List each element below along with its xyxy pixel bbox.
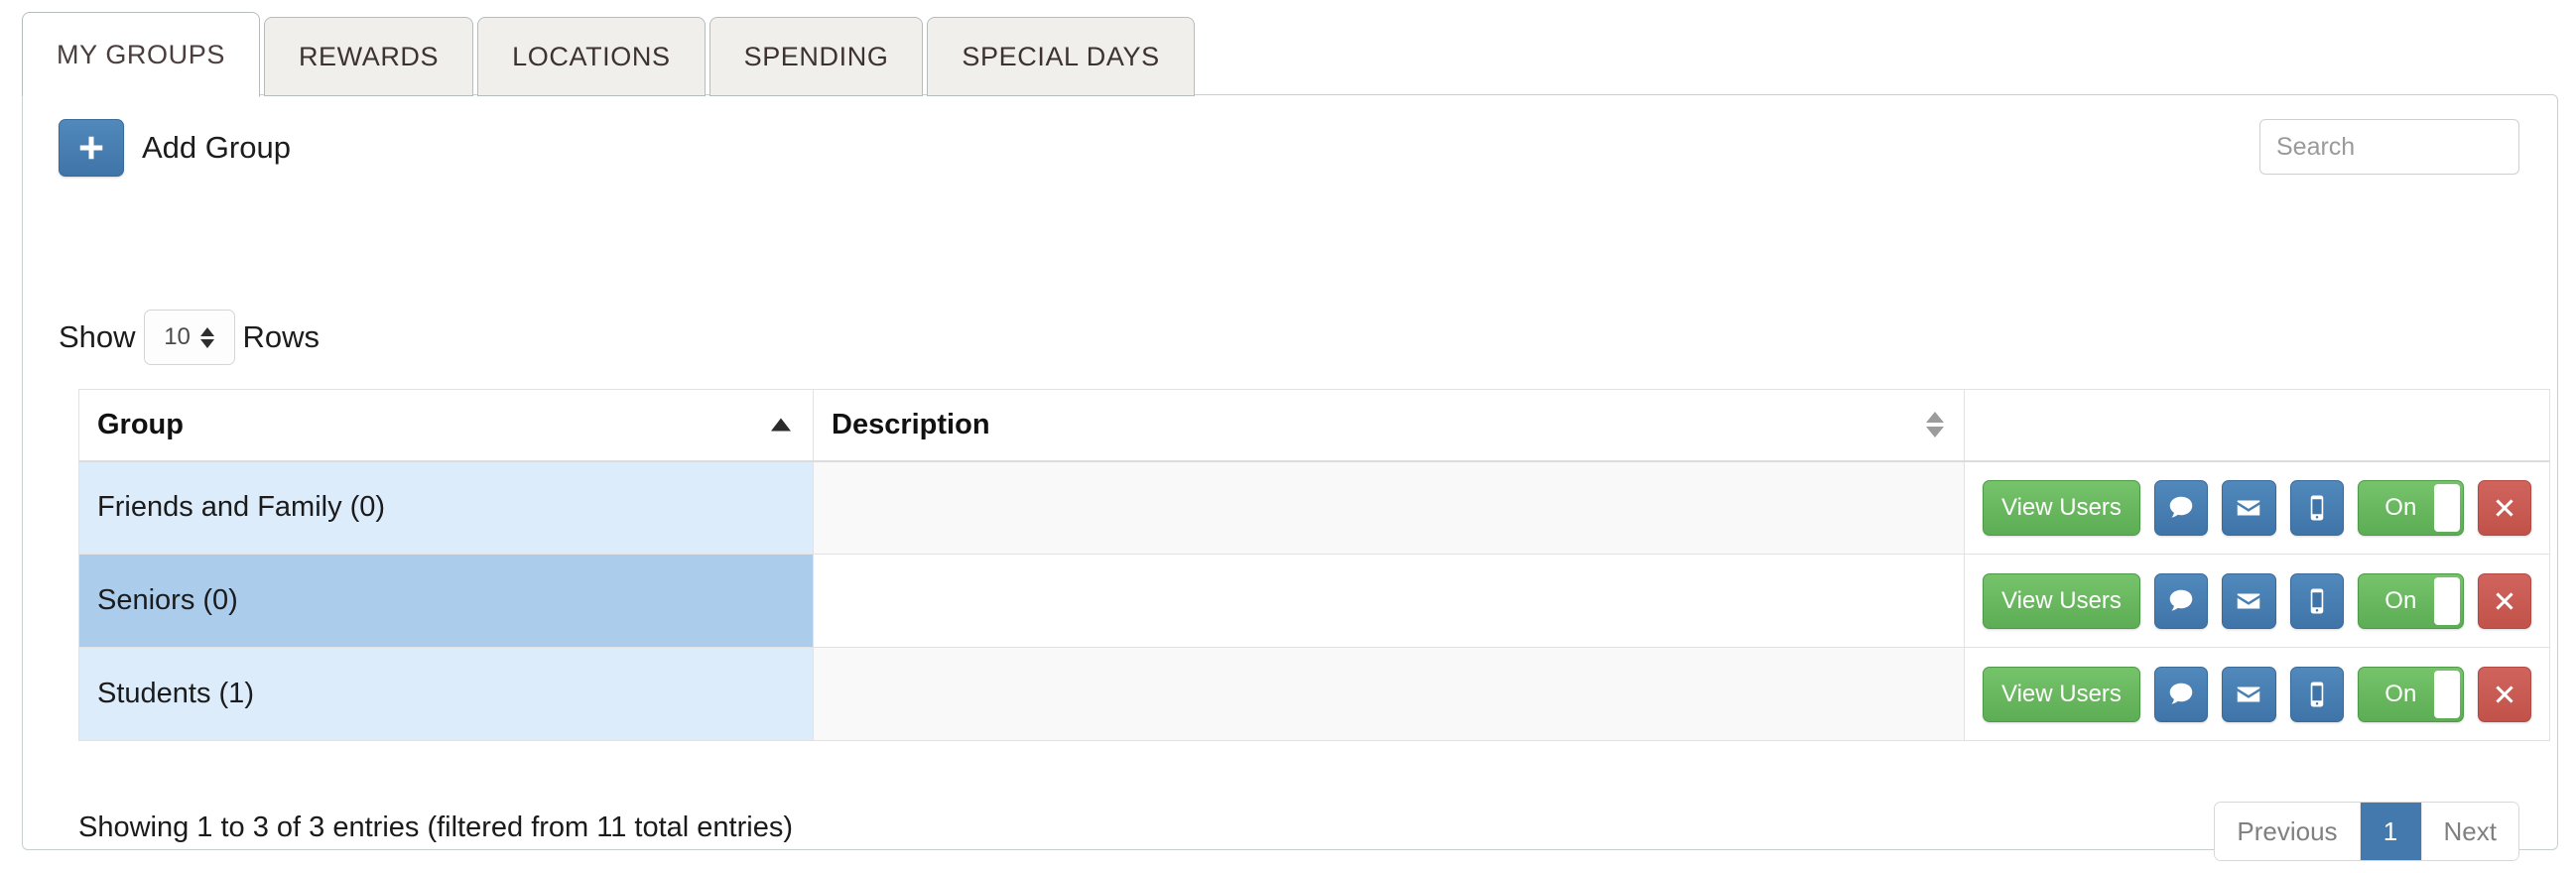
tab-special-days[interactable]: SPECIAL DAYS — [927, 17, 1195, 96]
sort-none-icon — [1926, 412, 1944, 438]
send-sms-button[interactable] — [2289, 572, 2344, 629]
pagination-page-1[interactable]: 1 — [2360, 803, 2422, 860]
sort-ascending-icon — [771, 418, 791, 432]
send-message-button[interactable] — [2153, 666, 2209, 722]
add-group-label: Add Group — [142, 130, 291, 165]
mobile-phone-icon — [2310, 682, 2324, 706]
spinner-arrows-icon — [199, 326, 214, 348]
tab-label: SPECIAL DAYS — [962, 41, 1160, 71]
tab-my-groups[interactable]: MY GROUPS — [22, 12, 260, 97]
show-rows-prefix: Show — [59, 319, 136, 354]
table-body: Friends and Family (0) View Users On Sen… — [78, 460, 2550, 741]
toggle-knob — [2433, 670, 2460, 718]
add-group-button[interactable] — [59, 119, 124, 177]
view-users-button[interactable]: View Users — [1983, 666, 2140, 722]
table-row[interactable]: Friends and Family (0) View Users On — [78, 460, 2550, 555]
tab-rewards[interactable]: REWARDS — [263, 17, 474, 96]
cell-actions: View Users On — [1964, 554, 2550, 648]
tab-locations[interactable]: LOCATIONS — [477, 17, 706, 96]
column-header-label: Group — [97, 408, 184, 440]
comment-icon — [2169, 683, 2193, 704]
column-header-actions — [1964, 389, 2550, 462]
add-group-control: Add Group — [59, 119, 291, 177]
view-users-label: View Users — [2001, 493, 2122, 521]
cell-group: Students (1) — [78, 647, 814, 741]
table-row[interactable]: Students (1) View Users On — [78, 647, 2550, 741]
groups-table-wrapper: Group Description Friends and Family (0) — [78, 389, 2550, 741]
tab-label: LOCATIONS — [512, 41, 671, 71]
table-head: Group Description — [78, 389, 2550, 462]
close-x-icon — [2496, 685, 2513, 703]
column-header-label: Description — [832, 408, 990, 440]
view-users-label: View Users — [2001, 680, 2122, 707]
delete-group-button[interactable] — [2477, 572, 2531, 629]
tab-label: SPENDING — [743, 41, 889, 71]
delete-group-button[interactable] — [2477, 666, 2531, 722]
comment-icon — [2169, 496, 2193, 518]
enabled-toggle[interactable]: On — [2357, 572, 2464, 629]
cell-description — [813, 460, 1965, 555]
row-actions: View Users On — [1983, 479, 2531, 536]
tab-label: MY GROUPS — [57, 39, 225, 69]
rows-per-page-value: 10 — [164, 323, 191, 350]
show-rows-suffix: Rows — [242, 319, 321, 354]
groups-table: Group Description Friends and Family (0) — [78, 389, 2550, 741]
envelope-icon — [2238, 500, 2260, 516]
comment-icon — [2169, 589, 2193, 611]
delete-group-button[interactable] — [2477, 479, 2531, 536]
pagination-previous[interactable]: Previous — [2215, 803, 2361, 860]
send-email-button[interactable] — [2222, 572, 2276, 629]
row-actions: View Users On — [1983, 572, 2531, 629]
column-header-group[interactable]: Group — [78, 389, 814, 462]
tab-bar: MY GROUPS REWARDS LOCATIONS SPENDING SPE… — [0, 0, 2576, 97]
mobile-phone-icon — [2310, 495, 2324, 521]
envelope-icon — [2238, 593, 2260, 608]
plus-icon — [79, 136, 103, 160]
mobile-phone-icon — [2310, 588, 2324, 613]
cell-description — [813, 647, 1965, 741]
table-info: Showing 1 to 3 of 3 entries (filtered fr… — [78, 811, 793, 843]
show-rows-control: Show 10 Rows — [59, 310, 320, 365]
cell-group: Friends and Family (0) — [78, 460, 814, 555]
cell-group: Seniors (0) — [78, 554, 814, 648]
send-sms-button[interactable] — [2289, 479, 2344, 536]
send-sms-button[interactable] — [2289, 666, 2344, 722]
send-email-button[interactable] — [2222, 479, 2276, 536]
groups-panel: Add Group Show 10 Rows Group Description — [22, 94, 2558, 861]
column-header-description[interactable]: Description — [813, 389, 1965, 462]
search-input[interactable] — [2259, 119, 2519, 175]
table-header-row: Group Description — [78, 389, 2550, 462]
view-users-button[interactable]: View Users — [1983, 572, 2140, 629]
toggle-knob — [2433, 483, 2460, 532]
panel-toolbar: Add Group — [23, 95, 2557, 198]
tab-spending[interactable]: SPENDING — [708, 17, 924, 96]
cell-actions: View Users On — [1964, 460, 2550, 555]
tab-label: REWARDS — [298, 41, 440, 71]
send-message-button[interactable] — [2153, 572, 2209, 629]
cell-description — [813, 554, 1965, 648]
envelope-icon — [2238, 686, 2260, 701]
row-actions: View Users On — [1983, 666, 2531, 722]
send-email-button[interactable] — [2222, 666, 2276, 722]
cell-actions: View Users On — [1964, 647, 2550, 741]
send-message-button[interactable] — [2153, 479, 2209, 536]
enabled-toggle[interactable]: On — [2357, 479, 2464, 536]
table-row[interactable]: Seniors (0) View Users On — [78, 554, 2550, 648]
view-users-label: View Users — [2001, 586, 2122, 614]
rows-per-page-select[interactable]: 10 — [143, 310, 235, 365]
toggle-knob — [2433, 576, 2460, 625]
close-x-icon — [2496, 591, 2513, 610]
view-users-button[interactable]: View Users — [1983, 479, 2140, 536]
enabled-toggle[interactable]: On — [2357, 666, 2464, 722]
close-x-icon — [2496, 499, 2513, 517]
pagination-next[interactable]: Next — [2421, 803, 2518, 860]
pagination: Previous 1 Next — [2214, 802, 2519, 861]
